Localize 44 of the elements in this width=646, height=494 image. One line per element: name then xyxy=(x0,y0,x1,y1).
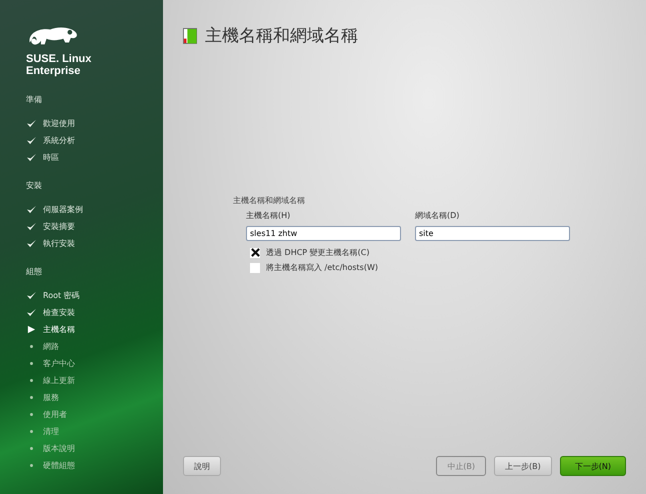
text-field[interactable]: sles11 zhtw xyxy=(246,226,401,241)
step-label: 服務 xyxy=(43,392,59,402)
step-label: 清理 xyxy=(43,426,59,436)
group-label: 主機名稱和網域名稱 xyxy=(233,195,306,206)
checkmark-icon xyxy=(26,136,37,144)
step-label: 執行安裝 xyxy=(43,238,75,248)
step-label: 歡迎使用 xyxy=(43,118,75,128)
section-heading: 安裝 xyxy=(26,180,43,191)
section-heading: 準備 xyxy=(26,94,43,105)
page-title: 主機名稱和網域名稱 xyxy=(205,25,358,47)
step-label: 網路 xyxy=(43,340,59,352)
checkmark-icon xyxy=(26,204,37,214)
checkmark-icon xyxy=(26,308,37,316)
text-field[interactable]: site xyxy=(415,226,570,241)
step-label: 安裝摘要 xyxy=(43,220,75,232)
checkmark-icon xyxy=(26,238,37,248)
step-label: 主機名稱 xyxy=(43,324,75,334)
document-icon xyxy=(183,28,197,44)
step-label: Root 密碼 xyxy=(43,290,80,300)
triangle-icon xyxy=(26,324,37,334)
brand-name: SUSE. Linux Enterprise xyxy=(26,53,92,77)
checkmark-icon xyxy=(26,222,37,230)
field-label: 網域名稱(D) xyxy=(415,210,460,221)
section-heading: 組態 xyxy=(26,266,43,277)
field-label: 主機名稱(H) xyxy=(246,210,292,221)
checkbox[interactable] xyxy=(250,248,260,258)
step-label: 硬體組態 xyxy=(43,460,75,470)
checkmark-icon xyxy=(26,290,37,300)
checkbox[interactable] xyxy=(250,262,260,272)
step-label: 客户中心 xyxy=(43,358,75,368)
nav-button[interactable]: 上一步(B) xyxy=(494,456,552,476)
help-button[interactable]: 說明 xyxy=(183,456,221,476)
checkbox-label: 透過 DHCP 變更主機名稱(C) xyxy=(266,247,370,258)
checkmark-icon xyxy=(26,152,37,162)
step-label: 版本說明 xyxy=(43,442,75,454)
step-label: 檢查安裝 xyxy=(43,306,75,318)
checkmark-icon xyxy=(26,118,37,128)
step-label: 時區 xyxy=(43,152,59,162)
step-label: 伺服器案例 xyxy=(43,204,83,214)
nav-button[interactable]: 下一步(N) xyxy=(560,456,626,476)
step-label: 線上更新 xyxy=(43,374,75,386)
step-label: 系統分析 xyxy=(43,134,75,146)
checkbox-label: 將主機名稱寫入 /etc/hosts(W) xyxy=(266,262,378,273)
step-label: 使用者 xyxy=(43,408,67,420)
